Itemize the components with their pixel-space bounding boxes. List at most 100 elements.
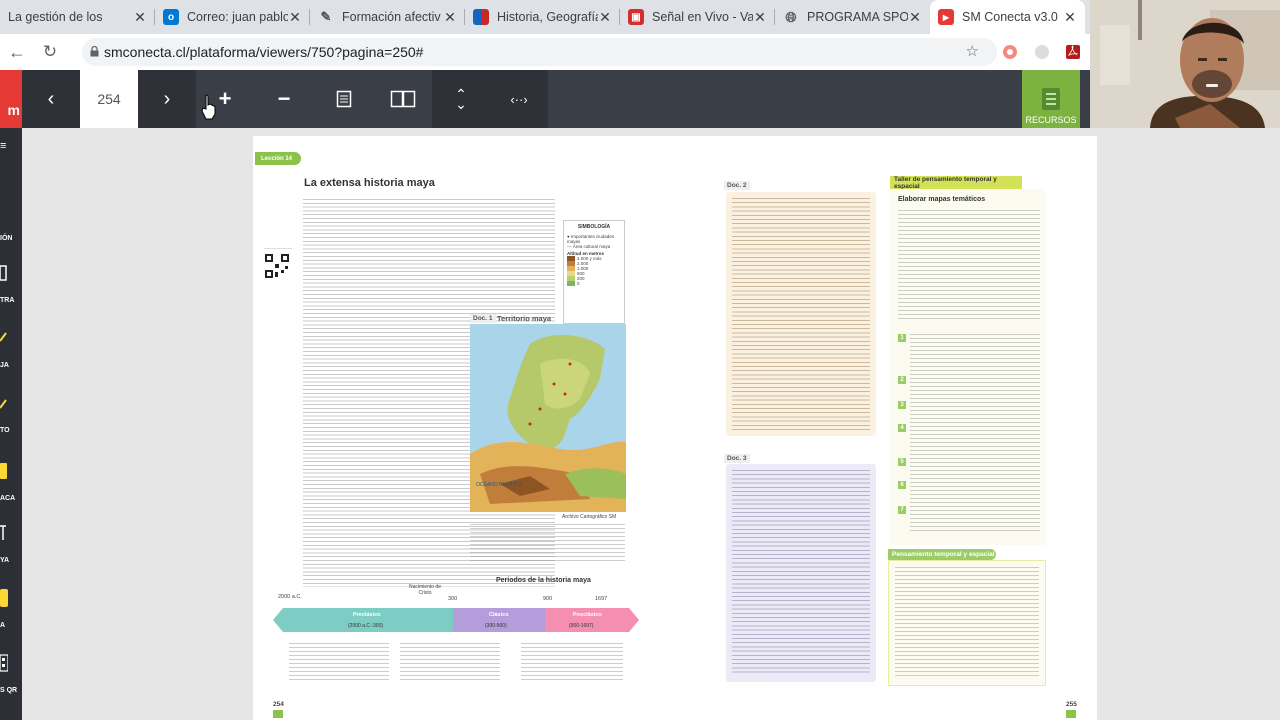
lock-icon xyxy=(90,46,99,57)
timeline-title: Períodos de la historia maya xyxy=(496,577,591,584)
page-marker xyxy=(273,710,283,718)
tab-close-icon[interactable]: ✕ xyxy=(288,9,302,26)
timeline-birth: Nacimiento de Cristo xyxy=(409,584,441,596)
legend-item: Importantes ciudades mayas xyxy=(567,234,614,244)
sidebar-item-label: YA xyxy=(0,557,10,564)
arrows-vertical-icon: ⌃ ⌄ xyxy=(455,86,467,112)
qr-code-icon xyxy=(264,253,290,279)
timeline-year: 300 xyxy=(448,596,458,602)
zoom-out-button[interactable]: − xyxy=(254,70,314,128)
period-description xyxy=(521,643,623,681)
tab-close-icon[interactable]: ✕ xyxy=(443,9,457,26)
timeline-year: 2000 a.C. xyxy=(278,594,302,600)
tab-close-icon[interactable]: ✕ xyxy=(1063,9,1077,26)
back-arrow-icon[interactable]: ← xyxy=(3,38,31,66)
map-legend: SIMBOLOGÍA ● Importantes ciudades mayas … xyxy=(563,220,625,324)
territory-map: OCÉANO PACÍFICO xyxy=(470,324,626,512)
timeline-year: 1697 xyxy=(595,596,608,602)
sidebar-item[interactable]: TO xyxy=(0,380,22,440)
globe-icon: 🌐︎ xyxy=(785,8,797,25)
tab-title: SM Conecta v3.0 xyxy=(962,10,1058,24)
flag-icon xyxy=(473,9,489,25)
left-sidebar: m ≡ IÓN TRA JA TO ACA YA A S QR xyxy=(0,70,22,720)
plus-icon: + xyxy=(218,86,232,111)
workshop-text xyxy=(898,210,1040,320)
page-title: La extensa historia maya xyxy=(304,177,435,189)
reload-icon[interactable]: ↻ xyxy=(36,38,64,66)
resources-icon xyxy=(1042,88,1060,110)
sidebar-item[interactable]: IÓN xyxy=(0,188,22,248)
sidebar-item[interactable]: S QR xyxy=(0,640,22,700)
questions-text xyxy=(895,567,1039,679)
tab-close-icon[interactable]: ✕ xyxy=(908,9,922,26)
browser-tab[interactable]: Historia, Geografía ✕ xyxy=(465,0,620,34)
browser-tab-active[interactable]: ▶ SM Conecta v3.0 ✕ xyxy=(930,0,1085,34)
tab-close-icon[interactable]: ✕ xyxy=(133,9,147,26)
address-bar-row: ← ↻ smconecta.cl/plataforma/viewers/750?… xyxy=(0,34,1090,70)
period-range: (2000 a.C.-300) xyxy=(348,623,384,629)
bookmark-star-icon[interactable]: ☆ xyxy=(966,42,979,60)
prev-page-button[interactable]: ‹ xyxy=(22,70,80,128)
sidebar-item[interactable]: A xyxy=(0,575,22,635)
sidebar-item-label: S QR xyxy=(0,687,18,694)
page-number-right: 255 xyxy=(1066,701,1077,708)
browser-tab[interactable]: o Correo: juan pablo ✕ xyxy=(155,0,310,34)
doc-label: Doc. 2 xyxy=(724,181,750,190)
steps-text xyxy=(910,334,1040,534)
sidebar-item-label: TO xyxy=(0,427,10,434)
resources-button[interactable]: RECURSOS xyxy=(1022,70,1080,128)
minus-icon: − xyxy=(277,86,291,111)
legend-item: 0 xyxy=(577,281,580,286)
outlook-icon: o xyxy=(163,9,179,25)
arrows-horizontal-icon: ‹··› xyxy=(510,91,528,107)
side-note xyxy=(264,231,292,282)
step-number: 3 xyxy=(898,401,906,409)
browser-tab[interactable]: ▣ Señal en Vivo - Va ✕ xyxy=(620,0,775,34)
extension-gray-icon[interactable] xyxy=(1032,42,1052,62)
next-page-button[interactable]: › xyxy=(138,70,196,128)
page-number-field[interactable]: 254 xyxy=(80,70,138,128)
browser-tab[interactable]: 🌐︎ PROGRAMA SPOR ✕ xyxy=(775,0,930,34)
sidebar-item-label: JA xyxy=(0,362,9,369)
single-page-button[interactable] xyxy=(314,70,373,128)
double-page-button[interactable] xyxy=(373,70,432,128)
sidebar-item[interactable]: JA xyxy=(0,315,22,375)
fit-width-button[interactable]: ‹··› xyxy=(490,70,548,128)
qr-icon xyxy=(0,654,8,672)
book-page-left: Lección 14 La extensa historia maya SIMB… xyxy=(253,136,676,720)
sidebar-item-label: TRA xyxy=(0,297,15,304)
step-number: 7 xyxy=(898,506,906,514)
sidebar-item[interactable]: YA xyxy=(0,510,22,570)
sidebar-item-label: ACA xyxy=(0,495,16,502)
sidebar-item[interactable]: TRA xyxy=(0,250,22,310)
browser-tab[interactable]: ✎ Formación afectiv ✕ xyxy=(310,0,465,34)
double-page-icon xyxy=(390,90,415,108)
presenter-video xyxy=(1090,0,1280,128)
quill-icon: ✎ xyxy=(320,9,332,24)
doc3-box xyxy=(726,464,876,682)
sidebar-item-label: A xyxy=(0,622,6,629)
resources-label: RECURSOS xyxy=(1025,115,1077,125)
extension-red-icon[interactable] xyxy=(1000,42,1020,62)
step-number: 4 xyxy=(898,424,906,432)
sidebar-item[interactable]: ACA xyxy=(0,448,22,508)
menu-icon[interactable]: ≡ xyxy=(0,140,8,154)
fit-height-button[interactable]: ⌃ ⌄ xyxy=(432,70,490,128)
tab-close-icon[interactable]: ✕ xyxy=(753,9,767,26)
chevron-right-icon: › xyxy=(163,87,171,110)
url-field[interactable]: smconecta.cl/plataforma/viewers/750?pagi… xyxy=(82,38,997,66)
doc3-text xyxy=(732,470,870,676)
browser-tab-bar: La gestión de los ✕ o Correo: juan pablo… xyxy=(0,0,1090,34)
doc2-box xyxy=(726,192,876,436)
pdf-extension-icon[interactable] xyxy=(1063,42,1083,62)
browser-tab[interactable]: La gestión de los ✕ xyxy=(0,0,155,34)
tab-title: Formación afectiv xyxy=(342,10,441,24)
step-number: 2 xyxy=(898,376,906,384)
workshop-title: Elaborar mapas temáticos xyxy=(898,196,986,203)
tab-close-icon[interactable]: ✕ xyxy=(598,9,612,26)
book-page-right: Doc. 2 Doc. 3 Taller de pensamiento temp… xyxy=(676,136,1097,720)
map-caption xyxy=(470,524,625,564)
step-number: 5 xyxy=(898,458,906,466)
play-icon: ▶ xyxy=(938,9,954,25)
period-description xyxy=(400,643,500,681)
